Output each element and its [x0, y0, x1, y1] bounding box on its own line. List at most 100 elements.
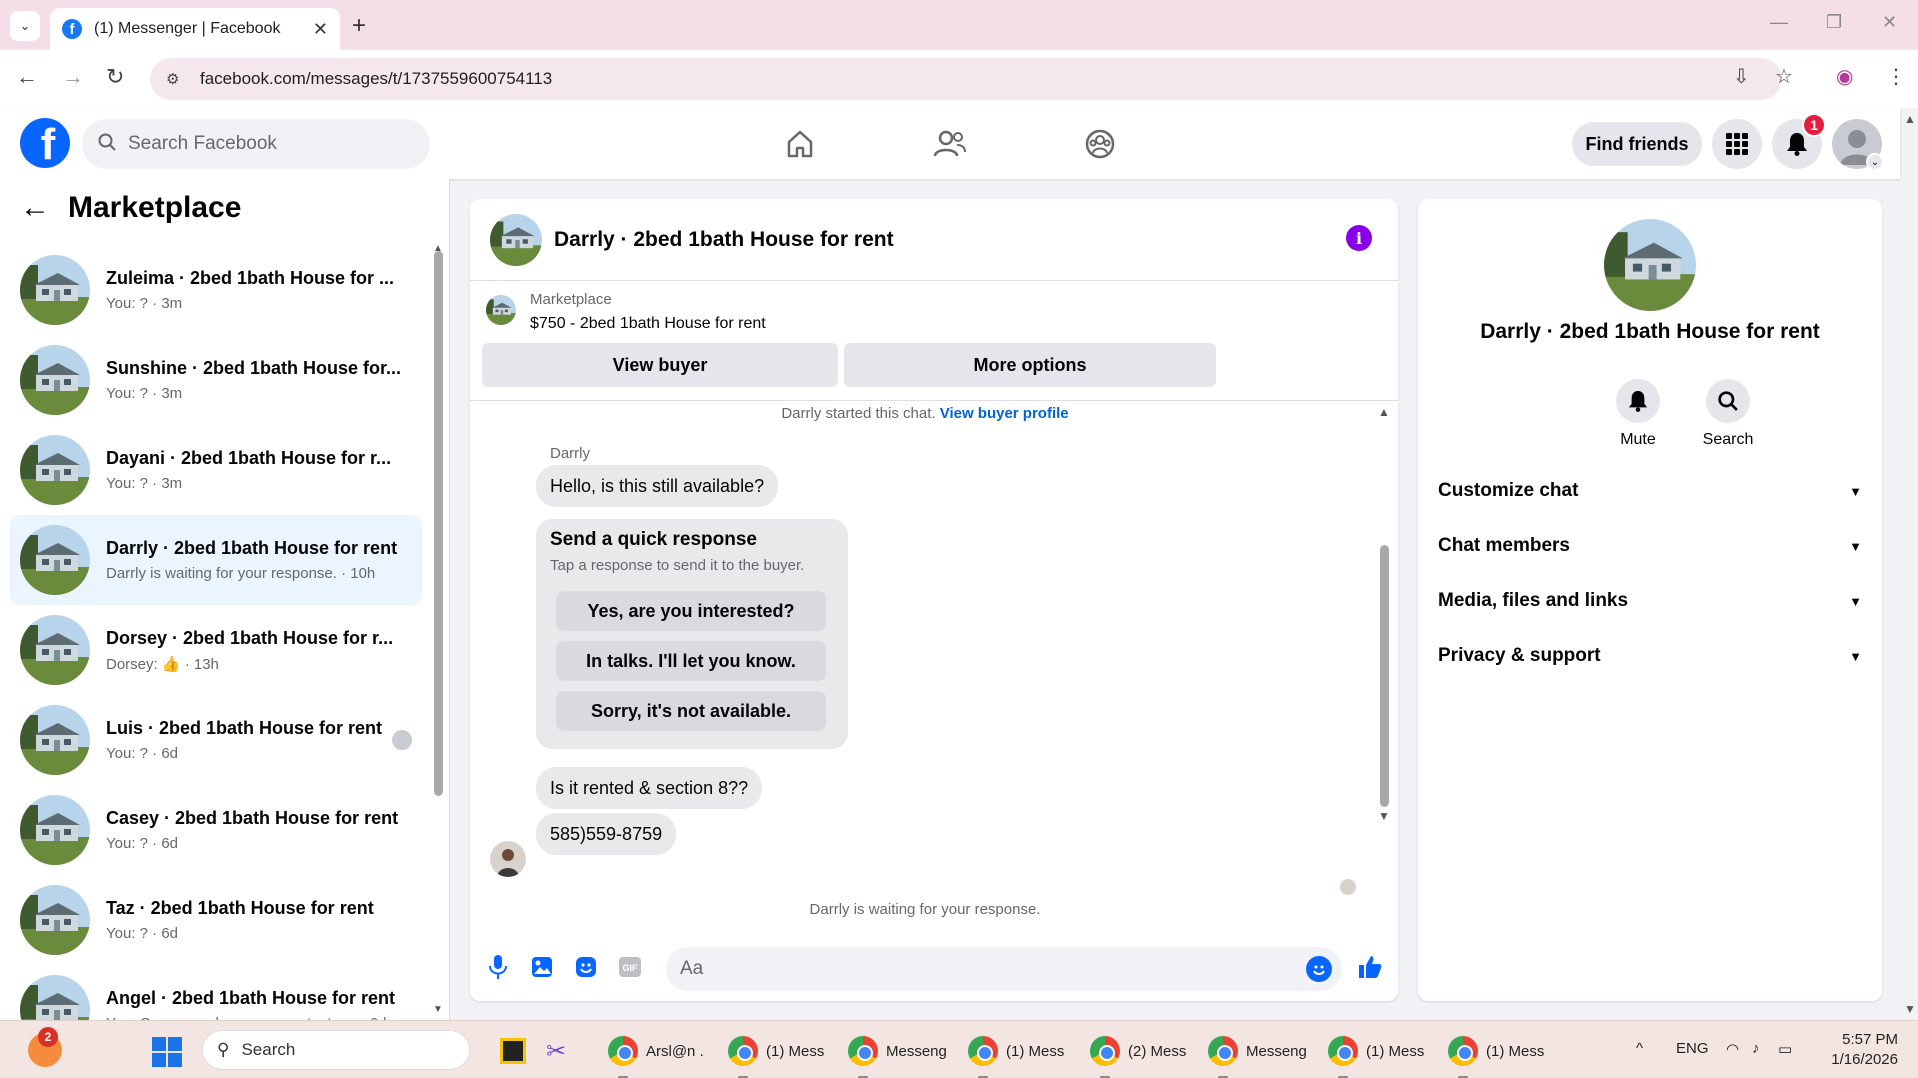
page-scroll-up-arrow[interactable]: ▲	[1904, 112, 1916, 126]
close-window-button[interactable]: ✕	[1882, 12, 1897, 33]
message-input-field[interactable]	[666, 947, 1342, 991]
conversation-item[interactable]: Dorsey · 2bed 1bath House for r... Dorsey…	[10, 605, 422, 695]
chrome-menu-icon[interactable]: ⋮	[1886, 64, 1906, 89]
bell-icon[interactable]	[1616, 379, 1660, 423]
quick-reply-in-talks-button[interactable]: In talks. I'll let you know.	[556, 641, 826, 681]
conversation-item[interactable]: Dayani · 2bed 1bath House for r... You: ?…	[10, 425, 422, 515]
facebook-search[interactable]	[82, 119, 430, 169]
back-button[interactable]: ←	[16, 64, 38, 90]
site-settings-icon[interactable]: ⚙	[166, 70, 184, 88]
chat-scroll-thumb[interactable]	[1380, 545, 1389, 807]
sidebar-scrollbar[interactable]	[434, 251, 443, 796]
taskbar-chrome-window[interactable]: (1) Mess	[1448, 1031, 1544, 1078]
forward-button[interactable]: →	[62, 64, 84, 90]
conversation-preview: You: ? · 3m	[106, 385, 183, 402]
find-friends-button[interactable]: Find friends	[1572, 122, 1702, 166]
page-scroll-down-arrow[interactable]: ▼	[1904, 1002, 1916, 1016]
emoji-icon[interactable]	[1306, 956, 1332, 982]
language-indicator[interactable]: ENG	[1676, 1040, 1709, 1057]
customize-chat-section[interactable]: Customize chat ▼	[1438, 471, 1862, 511]
start-button-icon[interactable]	[152, 1037, 182, 1067]
taskbar-chrome-window[interactable]: (1) Mess	[968, 1031, 1064, 1078]
taskbar-chrome-window[interactable]: (1) Mess	[1328, 1031, 1424, 1078]
volume-icon[interactable]: ♪	[1752, 1040, 1760, 1057]
address-bar[interactable]: ⚙ facebook.com/messages/t/17375596007541…	[150, 58, 1782, 100]
taskbar-chrome-window[interactable]: (1) Mess	[728, 1031, 824, 1078]
conversation-item[interactable]: Darrly · 2bed 1bath House for rent Darrly…	[10, 515, 422, 605]
minimize-button[interactable]: —	[1770, 12, 1788, 33]
sender-avatar[interactable]	[490, 841, 526, 877]
message-input[interactable]	[680, 958, 1280, 980]
friends-nav-icon[interactable]	[930, 124, 970, 164]
media-files-links-section[interactable]: Media, files and links ▼	[1438, 581, 1862, 621]
quick-reply-not-available-button[interactable]: Sorry, it's not available.	[556, 691, 826, 731]
search-action[interactable]: Search	[1693, 379, 1763, 449]
profile-icon[interactable]: ◉	[1836, 64, 1853, 89]
taskbar-chrome-window[interactable]: Messeng	[848, 1031, 947, 1078]
conversation-item[interactable]: Sunshine · 2bed 1bath House for... You: ?…	[10, 335, 422, 425]
notification-count-badge: 1	[1802, 113, 1826, 137]
chrome-icon	[968, 1036, 998, 1066]
groups-nav-icon[interactable]	[1080, 124, 1120, 164]
listing-thumbnail[interactable]	[486, 295, 516, 325]
install-app-icon[interactable]: ⇩	[1733, 64, 1750, 89]
taskbar-app-files[interactable]	[500, 1031, 526, 1071]
conversation-title: Taz · 2bed 1bath House for rent	[106, 898, 374, 918]
taskbar-chrome-window[interactable]: Messeng	[1208, 1031, 1307, 1078]
view-buyer-button[interactable]: View buyer	[482, 343, 838, 387]
thumbs-up-icon[interactable]	[1356, 953, 1384, 981]
tray-overflow-icon[interactable]: ^	[1636, 1040, 1643, 1057]
conversation-preview: You: ? · 3m	[106, 475, 183, 492]
restore-button[interactable]: ❐	[1826, 12, 1842, 33]
search-icon[interactable]	[1706, 379, 1750, 423]
taskbar-app-snipping[interactable]: ✂	[546, 1031, 566, 1071]
conversation-item[interactable]: Taz · 2bed 1bath House for rent You: ? · …	[10, 875, 422, 965]
new-tab-button[interactable]: +	[352, 12, 366, 40]
chat-listing-thumbnail[interactable]	[490, 213, 542, 266]
conversation-item[interactable]: Zuleima · 2bed 1bath House for ... You: ?…	[10, 245, 422, 335]
more-options-button[interactable]: More options	[844, 343, 1216, 387]
listing-thumbnail	[20, 615, 90, 685]
info-icon[interactable]: i	[1346, 225, 1372, 251]
conversation-title: Dorsey · 2bed 1bath House for r...	[106, 627, 394, 648]
chat-scroll-down[interactable]: ▼	[1378, 809, 1390, 823]
chat-scrollbar[interactable]: ▲ ▼	[1378, 405, 1390, 825]
taskbar-search[interactable]: ⚲ Search	[202, 1030, 470, 1070]
microphone-icon[interactable]	[484, 953, 512, 981]
chat-members-section[interactable]: Chat members ▼	[1438, 526, 1862, 566]
reload-button[interactable]: ↻	[106, 64, 124, 90]
section-label: Customize chat	[1438, 480, 1579, 501]
taskbar-chrome-window[interactable]: (2) Mess	[1090, 1031, 1186, 1078]
taskbar-chrome-window[interactable]: Arsl@n .	[608, 1031, 704, 1078]
photo-icon[interactable]	[528, 953, 556, 981]
privacy-support-section[interactable]: Privacy & support ▼	[1438, 636, 1862, 676]
tab-search-button[interactable]: ⌄	[10, 11, 40, 41]
menu-grid-icon[interactable]	[1712, 119, 1762, 169]
chat-title[interactable]: Darrly · 2bed 1bath House for rent	[554, 228, 894, 252]
info-listing-thumbnail[interactable]	[1604, 219, 1696, 311]
mute-action[interactable]: Mute	[1603, 379, 1673, 449]
home-nav-icon[interactable]	[780, 124, 820, 164]
conversation-item[interactable]: Angel · 2bed 1bath House for rentYou: On…	[10, 965, 422, 1020]
facebook-search-input[interactable]	[128, 133, 408, 155]
seen-avatar	[392, 730, 412, 750]
battery-icon[interactable]: ▭	[1778, 1040, 1792, 1058]
view-buyer-profile-link[interactable]: View buyer profile	[940, 405, 1069, 422]
conversation-item[interactable]: Luis · 2bed 1bath House for rent You: ? ·…	[10, 695, 422, 785]
gif-icon[interactable]: GIF	[616, 953, 644, 981]
listing-price[interactable]: $750 - 2bed 1bath House for rent	[530, 315, 766, 333]
facebook-logo-icon[interactable]: f	[20, 118, 70, 168]
conversation-item[interactable]: Casey · 2bed 1bath House for rent You: ? …	[10, 785, 422, 875]
sticker-icon[interactable]	[572, 953, 600, 981]
chat-scroll-up[interactable]: ▲	[1378, 405, 1390, 419]
sidebar-scroll-down[interactable]: ▼	[433, 1004, 443, 1015]
account-chevron-icon[interactable]: ⌄	[1866, 153, 1884, 171]
back-arrow-icon[interactable]: ←	[20, 191, 50, 225]
system-clock[interactable]: 5:57 PM 1/16/2026	[1818, 1030, 1898, 1070]
browser-tab[interactable]: f (1) Messenger | Facebook ✕	[50, 8, 340, 50]
tab-close-icon[interactable]: ✕	[313, 19, 328, 40]
bookmark-star-icon[interactable]: ☆	[1775, 64, 1793, 89]
listing-thumbnail	[20, 705, 90, 775]
wifi-icon[interactable]: ◠	[1726, 1040, 1739, 1058]
quick-reply-yes-button[interactable]: Yes, are you interested?	[556, 591, 826, 631]
